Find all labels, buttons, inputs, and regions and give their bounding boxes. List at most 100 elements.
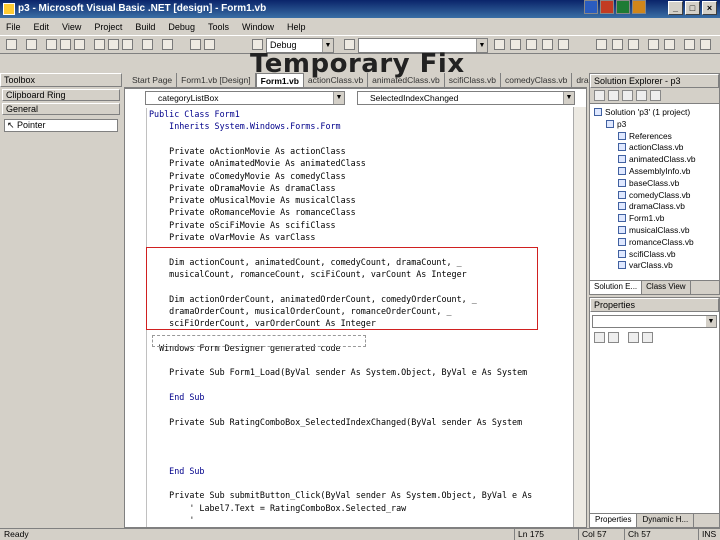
menu-build[interactable]: Build: [135, 22, 155, 32]
chevron-down-icon[interactable]: ▼: [706, 316, 716, 327]
align-center-icon[interactable]: [612, 39, 623, 50]
undo-icon[interactable]: [142, 39, 153, 50]
cut-icon[interactable]: [94, 39, 105, 50]
open-icon[interactable]: [46, 39, 57, 50]
collapsed-region[interactable]: [152, 335, 366, 347]
object-combo[interactable]: categoryListBox ▼: [145, 91, 345, 105]
toolbox-panel: Toolbox Clipboard Ring General Pointer: [0, 73, 122, 528]
tree-item[interactable]: romanceClass.vb: [618, 237, 694, 248]
solution-explorer-tabs: Solution E... Class View: [590, 280, 719, 294]
method-combo[interactable]: SelectedIndexChanged ▼: [357, 91, 575, 105]
tree-item-label: romanceClass.vb: [629, 236, 694, 247]
save-all-icon[interactable]: [74, 39, 85, 50]
menu-debug[interactable]: Debug: [168, 22, 195, 32]
app-icon: [3, 3, 15, 15]
tree-item[interactable]: animatedClass.vb: [618, 154, 696, 165]
tab-comedyclass[interactable]: comedyClass.vb: [501, 73, 573, 87]
tab-properties[interactable]: Properties: [590, 514, 638, 527]
code-editor[interactable]: categoryListBox ▼ SelectedIndexChanged ▼…: [124, 88, 587, 528]
access-icon[interactable]: [600, 0, 614, 14]
code-line: End Sub: [149, 391, 205, 402]
nav-forward-icon[interactable]: [204, 39, 215, 50]
tab-dynamic-help[interactable]: Dynamic H...: [637, 514, 695, 527]
tree-item[interactable]: comedyClass.vb: [618, 190, 690, 201]
categorized-icon[interactable]: [594, 332, 605, 343]
solution-explorer-icon[interactable]: [494, 39, 505, 50]
view-designer-icon[interactable]: [608, 90, 619, 101]
add-item-icon[interactable]: [26, 39, 37, 50]
tree-item[interactable]: scifiClass.vb: [618, 249, 676, 260]
tree-item[interactable]: Form1.vb: [618, 213, 664, 224]
solution-explorer-panel: Solution Explorer - p3 Solution 'p3' (1 …: [589, 73, 720, 295]
menu-help[interactable]: Help: [287, 22, 306, 32]
menu-view[interactable]: View: [62, 22, 81, 32]
show-all-files-icon[interactable]: [636, 90, 647, 101]
properties-icon[interactable]: [650, 90, 661, 101]
chevron-down-icon[interactable]: ▼: [476, 39, 487, 52]
status-text: Ready: [4, 529, 29, 539]
tree-item-label: musicalClass.vb: [629, 225, 690, 235]
toolbox-icon[interactable]: [542, 39, 553, 50]
tree-item[interactable]: AssemblyInfo.vb: [618, 166, 690, 177]
class-view-icon[interactable]: [558, 39, 569, 50]
refresh-icon[interactable]: [622, 90, 633, 101]
outdent-icon[interactable]: [664, 39, 675, 50]
tab-start-page[interactable]: Start Page: [128, 73, 178, 87]
redo-icon[interactable]: [162, 39, 173, 50]
menu-tools[interactable]: Tools: [208, 22, 229, 32]
code-line: Public Class Form1: [149, 109, 240, 119]
outlook-icon[interactable]: [632, 0, 646, 14]
chevron-down-icon[interactable]: ▼: [563, 92, 574, 104]
tree-item-label: p3: [617, 118, 627, 129]
toolbox-group-general[interactable]: General: [2, 103, 120, 115]
minimize-button[interactable]: _: [668, 1, 683, 15]
excel-icon[interactable]: [616, 0, 630, 14]
object-browser-icon[interactable]: [526, 39, 537, 50]
indent-icon[interactable]: [648, 39, 659, 50]
tree-item[interactable]: p3: [606, 119, 626, 130]
toolbox-pointer-item[interactable]: Pointer: [4, 119, 118, 132]
tree-item[interactable]: actionClass.vb: [618, 142, 683, 153]
solution-explorer-toolbar: [590, 88, 719, 104]
tree-item[interactable]: Solution 'p3' (1 project): [594, 107, 690, 118]
code-line: Inherits System.Windows.Forms.Form: [149, 121, 341, 132]
align-right-icon[interactable]: [628, 39, 639, 50]
chevron-down-icon[interactable]: ▼: [333, 92, 344, 104]
alphabetical-icon[interactable]: [608, 332, 619, 343]
uncomment-icon[interactable]: [700, 39, 711, 50]
tree-item-label: scifiClass.vb: [629, 248, 676, 259]
tree-item[interactable]: varClass.vb: [618, 260, 673, 271]
editor-scrollbar[interactable]: [573, 107, 586, 527]
new-project-icon[interactable]: [6, 39, 17, 50]
menu-file[interactable]: File: [6, 22, 21, 32]
menu-edit[interactable]: Edit: [34, 22, 50, 32]
paste-icon[interactable]: [122, 39, 133, 50]
properties-window-icon[interactable]: [510, 39, 521, 50]
events-icon[interactable]: [642, 332, 653, 343]
file-icon: [594, 108, 602, 116]
copy-icon[interactable]: [108, 39, 119, 50]
tab-class-view[interactable]: Class View: [642, 281, 691, 294]
menu-project[interactable]: Project: [94, 22, 122, 32]
maximize-button[interactable]: □: [685, 1, 700, 15]
toolbox-group-clipboard-ring[interactable]: Clipboard Ring: [2, 89, 120, 101]
tab-form1-design[interactable]: Form1.vb [Design]: [177, 73, 256, 87]
tree-item[interactable]: baseClass.vb: [618, 178, 679, 189]
view-code-icon[interactable]: [594, 90, 605, 101]
comment-icon[interactable]: [684, 39, 695, 50]
align-left-icon[interactable]: [596, 39, 607, 50]
properties-tabs: Properties Dynamic H...: [590, 513, 719, 527]
tree-item[interactable]: References: [618, 131, 672, 142]
property-pages-icon[interactable]: [628, 332, 639, 343]
tree-item[interactable]: dramaClass.vb: [618, 201, 685, 212]
tab-solution-explorer[interactable]: Solution E...: [590, 281, 643, 294]
tree-item[interactable]: musicalClass.vb: [618, 225, 690, 236]
properties-object-combo[interactable]: ▼: [592, 315, 717, 328]
word-icon[interactable]: [584, 0, 598, 14]
menu-window[interactable]: Window: [242, 22, 274, 32]
nav-back-icon[interactable]: [190, 39, 201, 50]
close-button[interactable]: ×: [702, 1, 717, 15]
outline-gutter[interactable]: [133, 108, 147, 527]
tree-item-label: baseClass.vb: [629, 177, 680, 188]
save-icon[interactable]: [60, 39, 71, 50]
